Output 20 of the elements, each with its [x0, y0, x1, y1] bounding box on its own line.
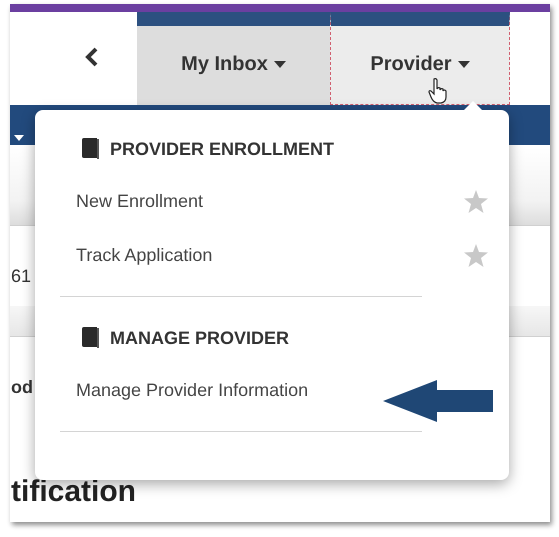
menu-item[interactable]: New Enrollment [76, 190, 204, 212]
row-text: 61 [11, 266, 32, 286]
hand-cursor-icon [428, 78, 448, 104]
section-heading: MANAGE PROVIDER [110, 328, 290, 348]
menu-item[interactable]: Manage Provider Information [76, 380, 308, 400]
page-heading: tification [11, 475, 136, 508]
row-text: od [11, 376, 33, 398]
caret-icon [274, 61, 286, 68]
back-chevron-icon[interactable] [85, 46, 99, 66]
section-heading: PROVIDER ENROLLMENT [110, 138, 334, 160]
book-icon [80, 327, 100, 349]
star-icon[interactable] [464, 244, 488, 266]
caret-icon [458, 60, 470, 68]
star-icon[interactable] [464, 190, 488, 212]
arrow-icon [383, 380, 493, 422]
nav-tab[interactable]: My Inbox [137, 12, 330, 105]
nav-tab[interactable]: Provider [330, 12, 510, 105]
caret-icon [14, 135, 24, 141]
book-icon [80, 138, 100, 160]
menu-item[interactable]: Track Application [76, 244, 212, 266]
